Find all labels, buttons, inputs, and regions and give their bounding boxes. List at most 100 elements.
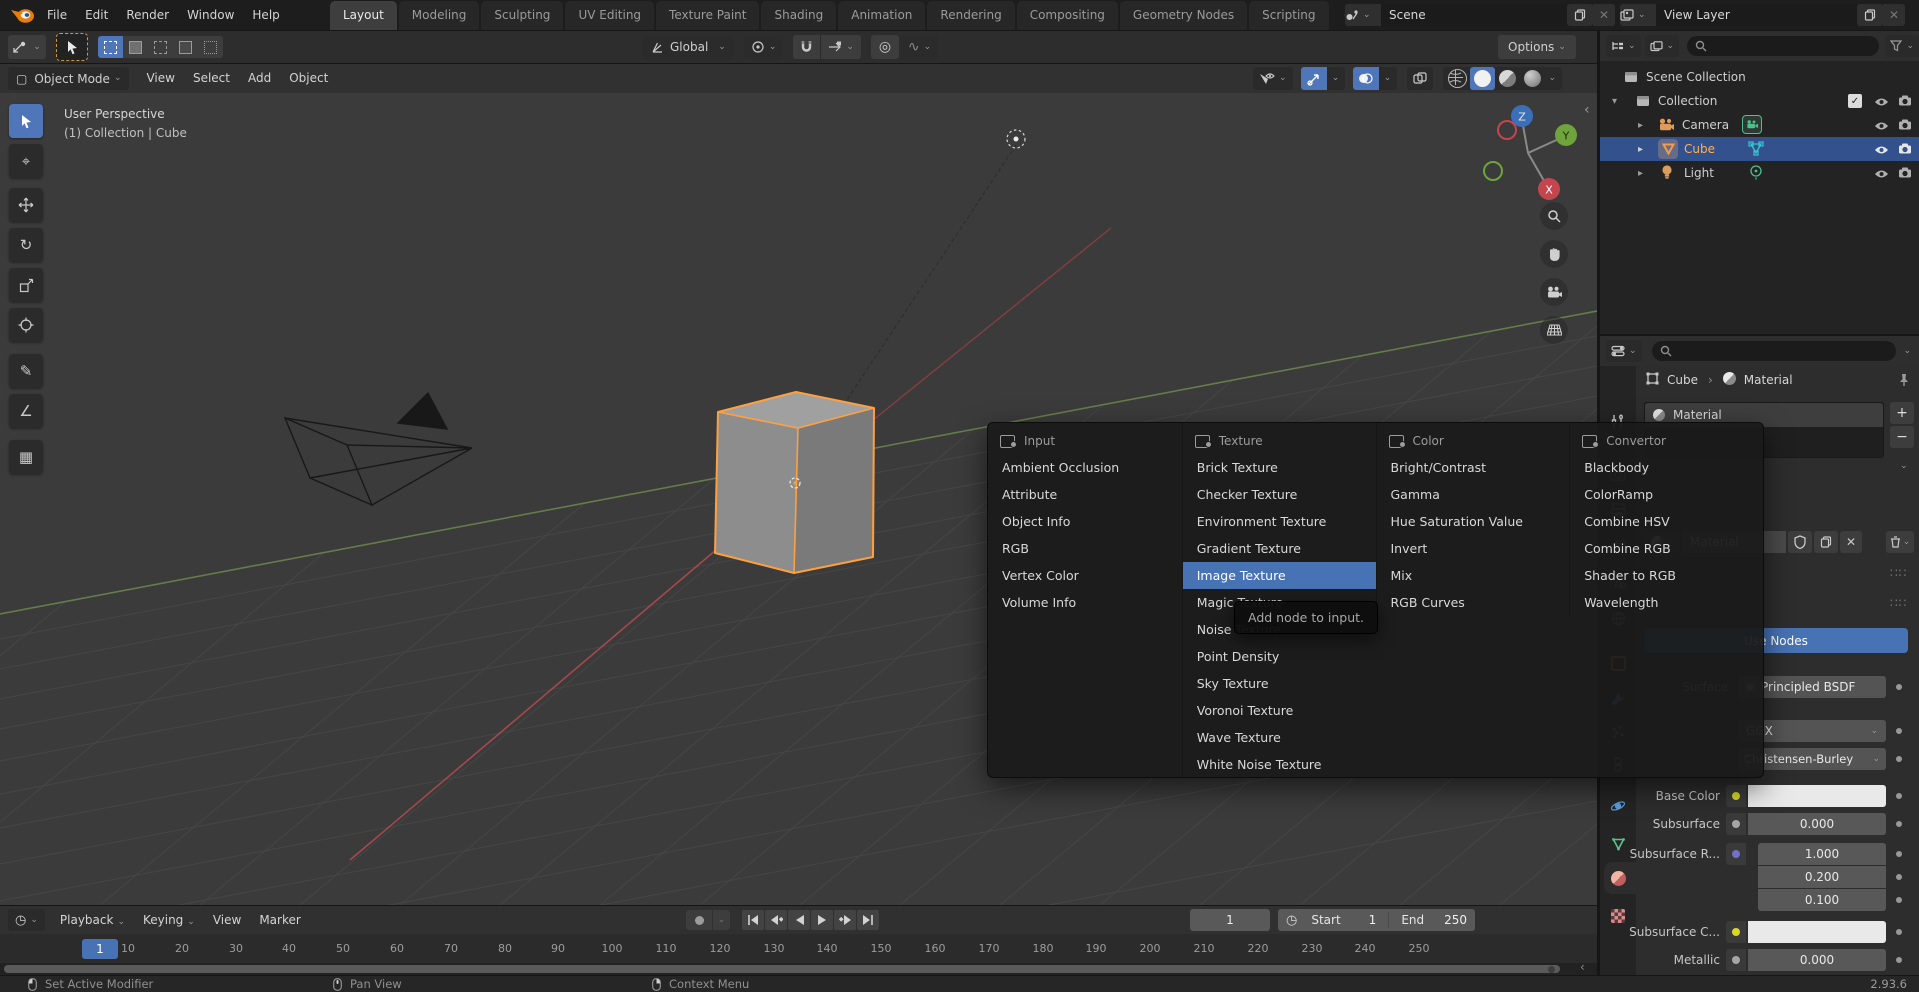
menu-item[interactable]: Blackbody: [1570, 454, 1763, 481]
gizmos-toggle[interactable]: [1301, 67, 1327, 90]
subsurface-radius-socket[interactable]: [1726, 843, 1746, 865]
menu-item[interactable]: Ambient Occlusion: [988, 454, 1182, 481]
outliner-row-scene-collection[interactable]: Scene Collection: [1600, 65, 1919, 89]
sidebar-collapse-arrow[interactable]: ‹: [1584, 102, 1590, 118]
unlink-material-button[interactable]: ✕: [1840, 531, 1862, 553]
timeline-menu-playback[interactable]: Playback⌄: [51, 906, 134, 935]
expand-icon[interactable]: ▸: [1638, 144, 1643, 155]
workspace-tab-scripting[interactable]: Scripting: [1249, 1, 1328, 30]
animate-decorator[interactable]: [1896, 821, 1902, 827]
menu-item[interactable]: Wave Texture: [1183, 724, 1376, 751]
fake-user-shield-button[interactable]: [1788, 531, 1812, 553]
workspace-tab-layout[interactable]: Layout: [330, 1, 397, 30]
menu-item[interactable]: Invert: [1377, 535, 1570, 562]
subsurface-radius-x-field[interactable]: 1.000: [1758, 843, 1886, 865]
blender-logo-icon[interactable]: [10, 5, 36, 28]
menu-item[interactable]: Voronoi Texture: [1183, 697, 1376, 724]
workspace-tab-modeling[interactable]: Modeling: [399, 1, 480, 30]
zoom-view-button[interactable]: [1540, 202, 1568, 230]
menu-item-highlighted[interactable]: Image Texture: [1183, 562, 1376, 589]
playhead-frame-chip[interactable]: 1: [82, 939, 118, 959]
breadcrumb-object[interactable]: Cube: [1667, 373, 1698, 387]
base-color-swatch[interactable]: [1748, 785, 1886, 807]
jump-prev-keyframe-button[interactable]: [765, 910, 787, 930]
metallic-socket[interactable]: [1726, 949, 1746, 971]
navigation-gizmo[interactable]: Z Y X: [1462, 82, 1587, 210]
xray-toggle[interactable]: [1407, 67, 1433, 90]
proportional-falloff-dropdown[interactable]: ∿ ⌄: [901, 35, 938, 59]
metallic-value-field[interactable]: 0.000: [1748, 949, 1886, 971]
active-tool-button[interactable]: [56, 33, 88, 61]
disable-render-camera-icon[interactable]: [1898, 119, 1912, 133]
outliner-display-mode-dropdown[interactable]: ⌄: [1606, 35, 1641, 57]
menu-item[interactable]: ColorRamp: [1570, 481, 1763, 508]
tool-move[interactable]: [9, 188, 43, 222]
scene-name-field[interactable]: Scene: [1381, 4, 1567, 26]
hide-eye-icon[interactable]: [1874, 120, 1889, 134]
menu-item[interactable]: Sky Texture: [1183, 670, 1376, 697]
pin-icon[interactable]: [1898, 373, 1910, 390]
start-frame-field[interactable]: Start: [1311, 913, 1340, 927]
jump-next-keyframe-button[interactable]: [834, 910, 856, 930]
select-mode-invert-button[interactable]: [173, 36, 198, 58]
menu-item[interactable]: Wavelength: [1570, 589, 1763, 616]
timeline-scrollbar[interactable]: [4, 965, 1560, 973]
preview-panel-grip[interactable]: ∷∷: [1890, 566, 1907, 580]
timeline-menu-keying[interactable]: Keying⌄: [134, 906, 204, 935]
play-button[interactable]: [811, 910, 833, 930]
collection-checkbox[interactable]: ✓: [1848, 94, 1862, 108]
disable-render-camera-icon[interactable]: [1898, 143, 1912, 157]
active-tool-dropdown[interactable]: ⌄: [8, 35, 46, 59]
scene-copy-button[interactable]: [1567, 4, 1593, 26]
play-reverse-button[interactable]: [788, 910, 810, 930]
tool-select-box[interactable]: [9, 104, 43, 138]
expand-icon[interactable]: ▸: [1638, 120, 1643, 131]
outliner-filter-dropdown[interactable]: ⌄: [1885, 35, 1919, 57]
remove-material-slot-button[interactable]: −: [1890, 426, 1914, 448]
workspace-tab-geometry-nodes[interactable]: Geometry Nodes: [1120, 1, 1247, 30]
tool-rotate[interactable]: ↻: [9, 228, 43, 262]
viewport-menu-object[interactable]: Object: [280, 64, 337, 93]
overlays-dropdown[interactable]: ⌄: [1379, 67, 1397, 90]
workspace-tab-sculpting[interactable]: Sculpting: [481, 1, 563, 30]
viewport-menu-select[interactable]: Select: [184, 64, 239, 93]
subsurface-value-field[interactable]: 0.000: [1748, 813, 1886, 835]
properties-editor-type-dropdown[interactable]: ⌄: [1606, 340, 1642, 362]
menu-item[interactable]: Gamma: [1377, 481, 1570, 508]
add-material-slot-button[interactable]: +: [1890, 402, 1914, 424]
proportional-editing-toggle[interactable]: ◎: [871, 35, 899, 59]
select-mode-extend-button[interactable]: [123, 36, 148, 58]
workspace-tab-animation[interactable]: Animation: [838, 1, 925, 30]
tool-add-cube[interactable]: ▦: [9, 440, 43, 474]
menu-item[interactable]: RGB Curves: [1377, 589, 1570, 616]
menu-item[interactable]: Environment Texture: [1183, 508, 1376, 535]
menu-item[interactable]: Attribute: [988, 481, 1182, 508]
workspace-tab-uv-editing[interactable]: UV Editing: [565, 1, 654, 30]
select-mode-intersect-button[interactable]: [198, 36, 223, 58]
menu-item[interactable]: Hue Saturation Value: [1377, 508, 1570, 535]
auto-keying-toggle[interactable]: [686, 910, 712, 930]
menu-edit[interactable]: Edit: [76, 0, 117, 30]
menu-item[interactable]: Point Density: [1183, 643, 1376, 670]
disable-render-camera-icon[interactable]: [1898, 167, 1912, 181]
animate-decorator[interactable]: [1896, 728, 1902, 734]
animate-decorator[interactable]: [1896, 874, 1902, 880]
menu-help[interactable]: Help: [243, 0, 288, 30]
timeline-menu-marker[interactable]: Marker: [250, 906, 309, 935]
tool-transform[interactable]: [9, 308, 43, 342]
subsurface-color-socket[interactable]: [1726, 921, 1746, 943]
timeline-ruler[interactable]: 1 10 20 30 40 50 60 70 80 90 100 110 120…: [0, 934, 1597, 963]
tool-scale[interactable]: [9, 268, 43, 302]
outliner-row-collection[interactable]: ▾ Collection ✓: [1600, 89, 1919, 113]
subsurface-radius-y-field[interactable]: 0.200: [1758, 866, 1886, 888]
outliner-row-cube[interactable]: ▸ Cube: [1600, 137, 1919, 161]
subsurface-color-swatch[interactable]: [1748, 921, 1886, 943]
outliner-filter-display-dropdown[interactable]: ⌄: [1645, 35, 1680, 57]
subsurface-radius-z-field[interactable]: 0.100: [1758, 889, 1886, 911]
menu-item[interactable]: Combine HSV: [1570, 508, 1763, 535]
material-specials-button[interactable]: ⌄: [1886, 531, 1914, 553]
expand-icon[interactable]: ▸: [1638, 168, 1643, 179]
menu-item[interactable]: Mix: [1377, 562, 1570, 589]
workspace-tab-texture-paint[interactable]: Texture Paint: [656, 1, 759, 30]
menu-file[interactable]: File: [38, 0, 76, 30]
